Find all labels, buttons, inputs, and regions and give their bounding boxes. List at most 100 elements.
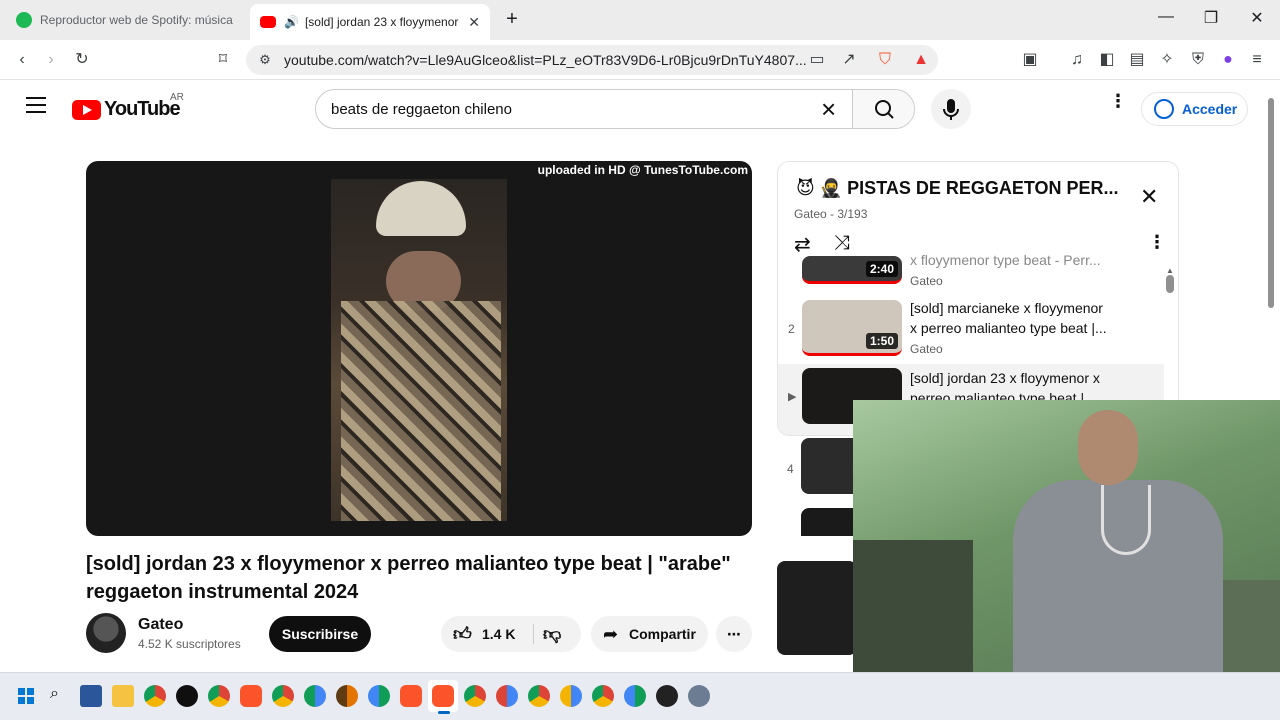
playlist-subtitle: Gateo - 3/193 bbox=[794, 207, 868, 221]
obs-icon[interactable] bbox=[656, 685, 678, 707]
brave-shield-icon[interactable]: ⛉ bbox=[874, 49, 896, 71]
media-player-icon[interactable] bbox=[176, 685, 198, 707]
subscribe-button[interactable]: Suscribirse bbox=[269, 616, 371, 652]
address-url: youtube.com/watch?v=Lle9AuGlceo&list=PLz… bbox=[284, 52, 807, 68]
close-window-button[interactable]: ✕ bbox=[1245, 8, 1269, 28]
playlist-item-channel: Gateo bbox=[910, 342, 943, 356]
voice-search-button[interactable] bbox=[931, 89, 971, 129]
brave-active-icon[interactable] bbox=[432, 685, 454, 707]
more-actions-button[interactable]: ⋯ bbox=[716, 616, 752, 652]
sign-in-button[interactable]: Acceder bbox=[1141, 92, 1248, 126]
page-scroll-thumb[interactable] bbox=[1268, 98, 1274, 308]
chrome-icon[interactable] bbox=[560, 685, 582, 707]
settings-dots-icon[interactable]: ⋮ bbox=[1109, 92, 1127, 110]
youtube-logo[interactable]: YouTube AR bbox=[72, 92, 184, 121]
chrome-icon[interactable] bbox=[528, 685, 550, 707]
chrome-icon[interactable] bbox=[624, 685, 646, 707]
video-player[interactable]: uploaded in HD @ TunesToTube.com bbox=[86, 161, 752, 536]
now-playing-icon: ▶ bbox=[788, 391, 797, 403]
like-dislike-group: 👍︎ 1.4 K 👎︎ bbox=[441, 616, 581, 652]
chrome-icon[interactable] bbox=[208, 685, 230, 707]
scroll-up-icon[interactable]: ▲ bbox=[1166, 266, 1174, 275]
tab-youtube[interactable]: 🔊 [sold] jordan 23 x floyymenor ✕ bbox=[250, 4, 490, 40]
speaker-icon[interactable]: 🔊 bbox=[284, 15, 299, 29]
playlist-item-index: 2 bbox=[788, 322, 795, 336]
vpn-icon[interactable]: ⛨ bbox=[1187, 49, 1209, 71]
reload-icon[interactable]: ↻ bbox=[71, 49, 93, 71]
tab-spotify[interactable]: Reproductor web de Spotify: música bbox=[6, 4, 244, 36]
chrome-icon[interactable] bbox=[336, 685, 358, 707]
playlist-item-title: x floyymenor type beat - Perr... bbox=[910, 252, 1101, 268]
chrome-icon[interactable] bbox=[304, 685, 326, 707]
close-playlist-icon[interactable]: ✕ bbox=[1140, 184, 1158, 210]
search-input[interactable]: beats de reggaeton chileno bbox=[331, 101, 512, 118]
spotify-icon bbox=[16, 12, 32, 28]
webcam-head bbox=[1078, 410, 1138, 485]
media-icon[interactable]: ♫ bbox=[1066, 49, 1088, 71]
forward-icon[interactable]: › bbox=[40, 49, 62, 71]
search-button[interactable] bbox=[852, 90, 914, 128]
playlist-thumbnail[interactable] bbox=[801, 508, 853, 536]
back-icon[interactable]: ‹ bbox=[11, 49, 33, 71]
clear-search-icon[interactable]: × bbox=[821, 94, 836, 124]
close-tab-icon[interactable]: ✕ bbox=[468, 14, 480, 31]
youtube-icon bbox=[260, 16, 276, 28]
playlist-item-title: [sold] marcianeke x floyymenor x perreo … bbox=[910, 300, 1107, 336]
share-button[interactable]: ➦ Compartir bbox=[591, 616, 708, 652]
playlist-title[interactable]: 😈 🥷 PISTAS DE REGGAETON PER... bbox=[796, 178, 1119, 199]
brave-rewards-icon[interactable]: ▲ bbox=[910, 49, 932, 71]
channel-name[interactable]: Gateo bbox=[138, 616, 183, 634]
taskbar-search-icon[interactable]: ⌕ bbox=[50, 685, 59, 703]
account-icon bbox=[1154, 99, 1174, 119]
brave-icon[interactable] bbox=[240, 685, 262, 707]
minimize-button[interactable]: — bbox=[1154, 8, 1178, 26]
restore-button[interactable]: ❐ bbox=[1199, 8, 1223, 28]
chrome-icon[interactable] bbox=[496, 685, 518, 707]
windows-start-icon[interactable] bbox=[18, 688, 34, 704]
reader-mode-icon[interactable]: ▣ bbox=[1019, 49, 1041, 71]
recommended-thumbnail[interactable] bbox=[777, 561, 857, 655]
settings-gear-icon[interactable] bbox=[688, 685, 710, 707]
playlist-thumbnail: 1:50 bbox=[802, 300, 902, 356]
playlist-item[interactable]: 2 1:50 [sold] marcianeke x floyymenor x … bbox=[778, 298, 1164, 366]
file-explorer-icon[interactable] bbox=[112, 685, 134, 707]
chrome-icon[interactable] bbox=[592, 685, 614, 707]
menu-icon[interactable] bbox=[26, 97, 46, 113]
page-scrollbar[interactable] bbox=[1266, 84, 1276, 672]
chrome-icon[interactable] bbox=[464, 685, 486, 707]
bookmark-icon[interactable]: ⌑ bbox=[212, 49, 234, 71]
wallet-icon[interactable]: ▤ bbox=[1126, 49, 1148, 71]
new-tab-button[interactable]: + bbox=[500, 8, 524, 31]
chrome-icon[interactable] bbox=[144, 685, 166, 707]
browser-toolbar: ‹ › ↻ ⌑ ⚙ youtube.com/watch?v=Lle9AuGlce… bbox=[0, 40, 1280, 96]
playlist-thumbnail: 2:40 bbox=[802, 256, 902, 284]
share-page-icon[interactable]: ↗ bbox=[838, 49, 860, 71]
playlist-scroll-thumb[interactable] bbox=[1166, 275, 1174, 293]
browser-menu-icon[interactable]: ≡ bbox=[1246, 49, 1268, 71]
playlist-panel: 😈 🥷 PISTAS DE REGGAETON PER... Gateo - 3… bbox=[777, 161, 1179, 436]
chrome-icon[interactable] bbox=[368, 685, 390, 707]
webcam-chain bbox=[1101, 485, 1151, 555]
playlist-thumbnail[interactable] bbox=[801, 438, 853, 494]
sidebar-icon[interactable]: ◧ bbox=[1096, 49, 1118, 71]
duration-badge: 1:50 bbox=[865, 333, 898, 349]
leo-ai-icon[interactable]: ✧ bbox=[1156, 49, 1178, 71]
taskbar-widgets-icon[interactable] bbox=[80, 685, 102, 707]
chrome-icon[interactable] bbox=[272, 685, 294, 707]
brave-icon[interactable] bbox=[400, 685, 422, 707]
tab-spotify-label: Reproductor web de Spotify: música bbox=[40, 13, 233, 27]
sign-in-label: Acceder bbox=[1182, 101, 1238, 117]
site-info-icon[interactable]: ⚙ bbox=[254, 49, 276, 71]
share-label: Compartir bbox=[629, 626, 696, 642]
profile-icon[interactable]: ● bbox=[1217, 49, 1239, 71]
search-box[interactable]: beats de reggaeton chileno × bbox=[315, 89, 915, 129]
like-icon[interactable]: 👍︎ bbox=[453, 616, 472, 652]
video-title: [sold] jordan 23 x floyymenor x perreo m… bbox=[86, 553, 731, 603]
like-count[interactable]: 1.4 K bbox=[482, 616, 515, 652]
cast-icon[interactable]: ▭ bbox=[806, 49, 828, 71]
playlist-scrollbar[interactable]: ▲ bbox=[1166, 266, 1174, 296]
subscriber-count: 4.52 K suscriptores bbox=[138, 637, 241, 651]
channel-avatar[interactable] bbox=[86, 613, 126, 653]
address-bar[interactable]: ⚙ youtube.com/watch?v=Lle9AuGlceo&list=P… bbox=[246, 45, 938, 75]
dislike-icon[interactable]: 👎︎ bbox=[543, 616, 561, 652]
